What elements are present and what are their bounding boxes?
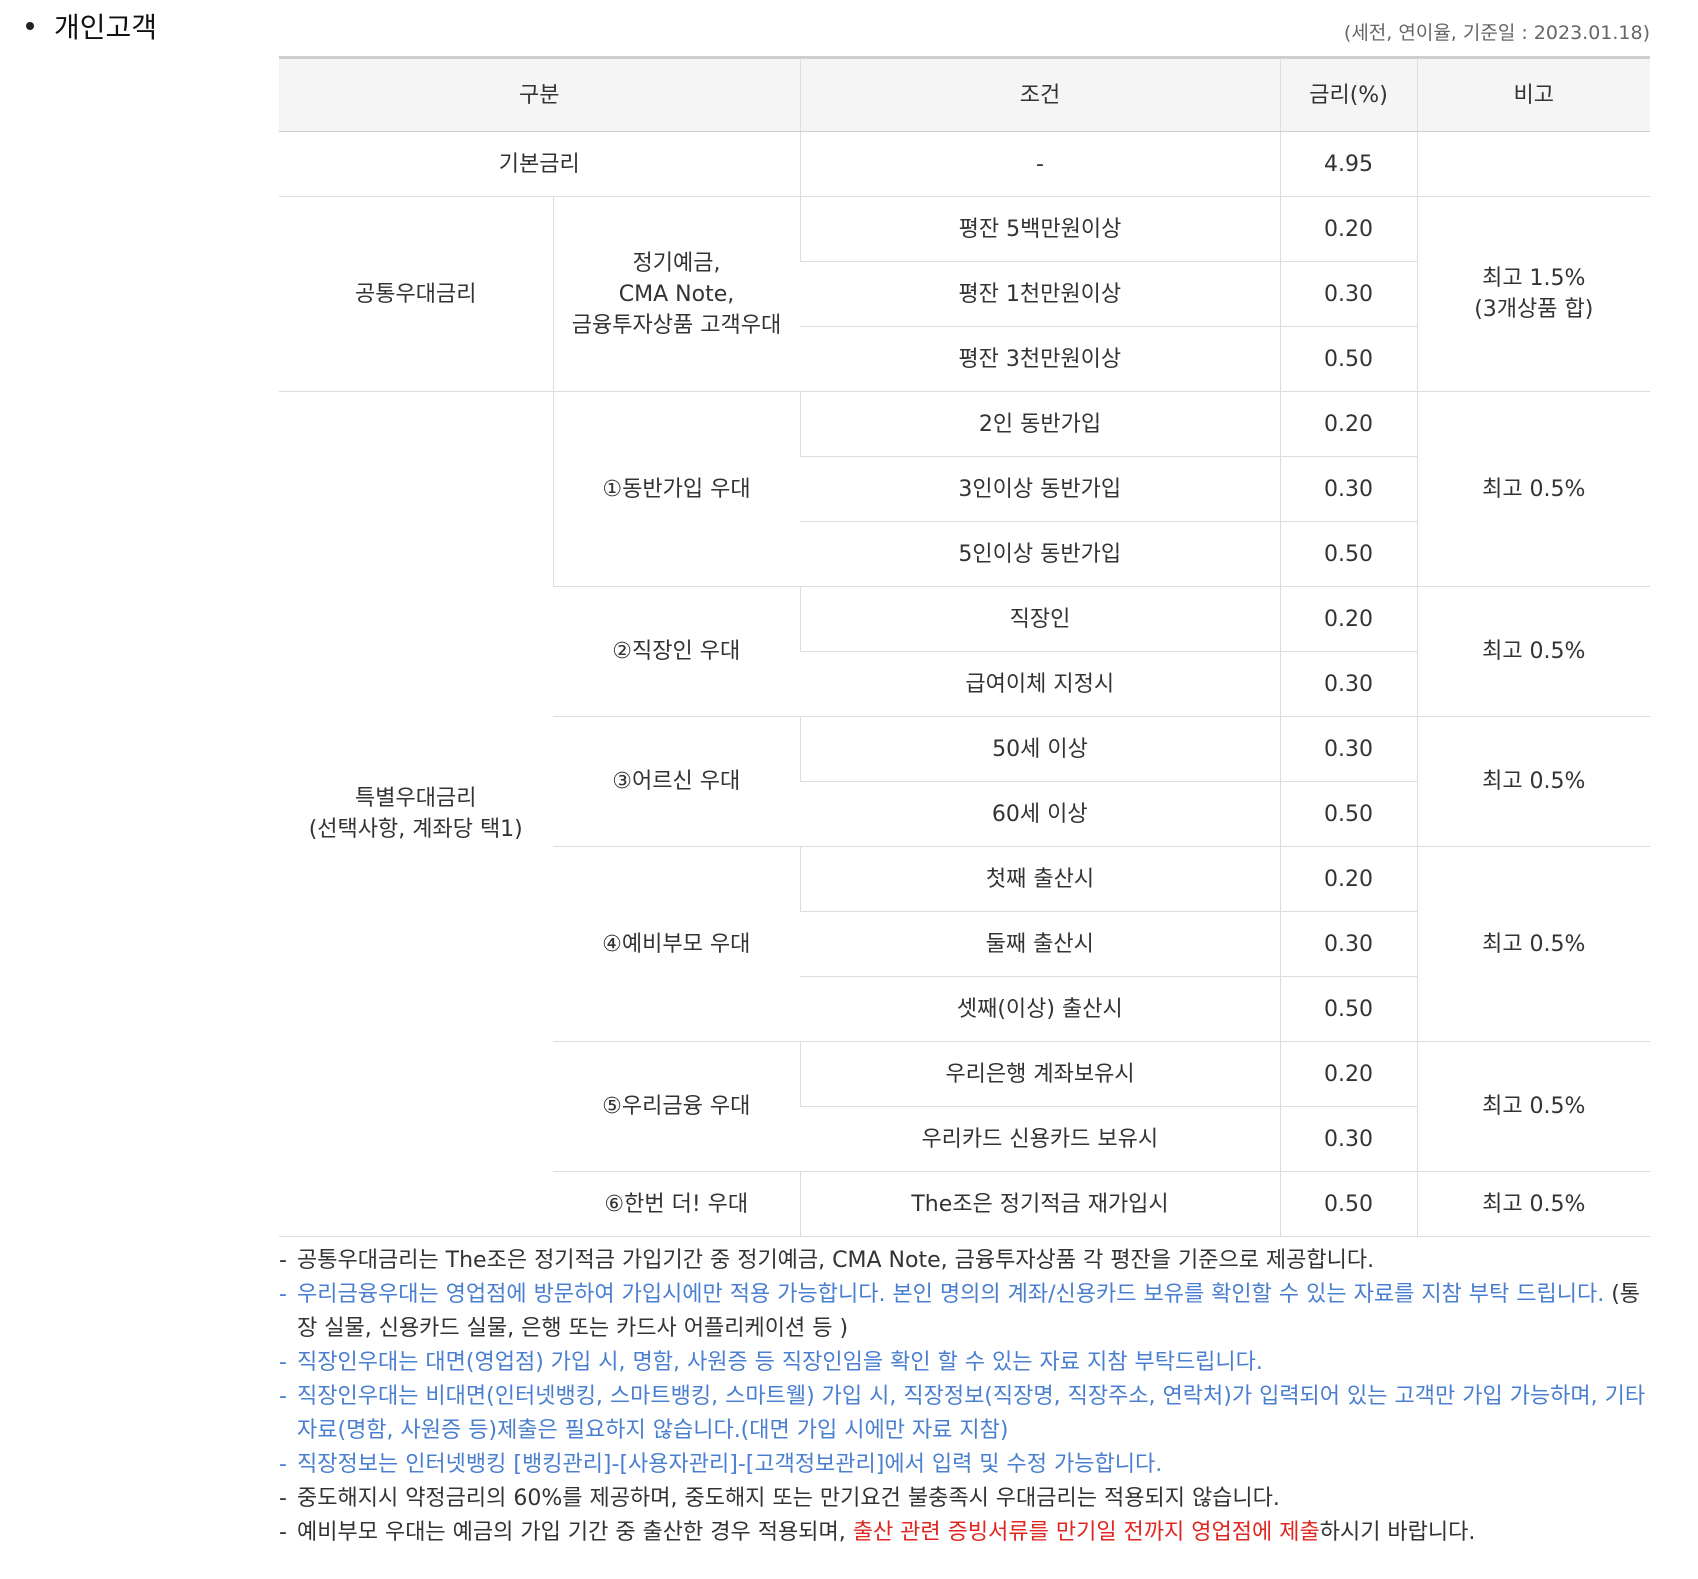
common-rate-remark: 최고 1.5% (3개상품 합) <box>1416 196 1651 392</box>
common-rate-sublabel: 정기예금, CMA Note, 금융투자상품 고객우대 <box>552 196 801 392</box>
table-row: 공통우대금리 정기예금, CMA Note, 금융투자상품 고객우대 평잔 5백… <box>279 196 1651 392</box>
group-remark: 최고 0.5% <box>1416 846 1651 1042</box>
condition-cell: 5인이상 동반가입 <box>800 521 1281 587</box>
group-label-worker: ②직장인 우대 <box>553 586 801 717</box>
condition-cell: 평잔 3천만원이상 <box>800 326 1281 392</box>
condition-cell: 평잔 1천만원이상 <box>800 261 1281 327</box>
rate-cell: 0.20 <box>1279 196 1418 262</box>
condition-cell: 첫째 출산시 <box>799 846 1281 912</box>
group-label-parent: ④예비부모 우대 <box>553 846 801 1042</box>
group-label-companion: ①동반가입 우대 <box>552 391 801 587</box>
rate-cell: 0.50 <box>1279 326 1418 392</box>
rate-cell: 0.30 <box>1279 456 1418 522</box>
rate-cell: 0.50 <box>1279 1171 1418 1237</box>
group-remark: 최고 0.5% <box>1416 586 1651 717</box>
rate-cell: 0.50 <box>1279 781 1418 847</box>
header-category: 구분 <box>279 56 801 132</box>
interest-rate-table: 구분 조건 금리(%) 비고 기본금리 - 4.95 공통우대금리 정기예금, … <box>279 56 1651 1237</box>
emphasis-text: 출산 관련 증빙서류를 만기일 전까지 영업점에 제출 <box>852 1520 1320 1545</box>
common-rate-label: 공통우대금리 <box>279 196 553 392</box>
rate-cell: 0.50 <box>1279 521 1418 587</box>
condition-cell: 급여이체 지정시 <box>800 651 1281 717</box>
rate-basis-note: (세전, 연이율, 기준일 : 2023.01.18) <box>1343 22 1650 44</box>
table-row: 기본금리 - 4.95 <box>279 131 1651 197</box>
group-label-woori: ⑤우리금융 우대 <box>553 1041 801 1172</box>
condition-cell: The조은 정기적금 재가입시 <box>799 1171 1281 1237</box>
basic-rate-remark <box>1416 131 1651 197</box>
header-remark: 비고 <box>1416 56 1651 132</box>
condition-cell: 50세 이상 <box>799 716 1281 782</box>
table-header-row: 구분 조건 금리(%) 비고 <box>279 56 1651 132</box>
rate-cell: 0.50 <box>1279 976 1418 1042</box>
rate-cell: 0.20 <box>1279 586 1418 652</box>
group-remark: 최고 0.5% <box>1416 716 1651 847</box>
note-item: - 우리금융우대는 영업점에 방문하여 가입시에만 적용 가능합니다. 본인 명의… <box>279 1282 1641 1341</box>
rate-cell: 0.30 <box>1279 911 1418 977</box>
condition-cell: 직장인 <box>799 586 1281 652</box>
note-item: - 직장인우대는 대면(영업점) 가입 시, 명함, 사원증 등 직장인임을 확인… <box>279 1350 1263 1375</box>
basic-rate-label: 기본금리 <box>279 131 801 197</box>
rate-cell: 0.30 <box>1279 651 1418 717</box>
condition-cell: 평잔 5백만원이상 <box>799 196 1281 262</box>
section-title: 개인고객 <box>26 6 157 46</box>
header-condition: 조건 <box>799 56 1281 132</box>
condition-cell: 우리카드 신용카드 보유시 <box>800 1106 1281 1172</box>
special-rate-label: 특별우대금리 (선택사항, 계좌당 택1) <box>279 391 553 1237</box>
note-item: - 직장인우대는 비대면(인터넷뱅킹, 스마트뱅킹, 스마트웰) 가입 시, 직장… <box>279 1384 1646 1443</box>
table-row: 특별우대금리 (선택사항, 계좌당 택1) ①동반가입 우대 2인 동반가입 0… <box>279 391 1651 1237</box>
basic-rate-condition: - <box>799 131 1281 197</box>
group-remark: 최고 0.5% <box>1416 391 1651 587</box>
rate-cell: 0.30 <box>1279 261 1418 327</box>
header-rate: 금리(%) <box>1279 56 1418 132</box>
condition-cell: 60세 이상 <box>800 781 1281 847</box>
group-remark: 최고 0.5% <box>1416 1171 1651 1237</box>
basic-rate-value: 4.95 <box>1279 131 1418 197</box>
rate-cell: 0.20 <box>1279 1041 1418 1107</box>
condition-cell: 둘째 출산시 <box>800 911 1281 977</box>
rate-cell: 0.20 <box>1279 846 1418 912</box>
group-label-rejoin: ⑥한번 더! 우대 <box>553 1171 801 1237</box>
rate-cell: 0.30 <box>1279 1106 1418 1172</box>
rate-cell: 0.20 <box>1279 391 1418 457</box>
note-item: - 공통우대금리는 The조은 정기적금 가입기간 중 정기예금, CMA Not… <box>279 1248 1375 1273</box>
rate-cell: 0.30 <box>1279 716 1418 782</box>
bullet-icon <box>26 22 34 30</box>
note-item: - 중도해지시 약정금리의 60%를 제공하며, 중도해지 또는 만기요건 불충족… <box>279 1486 1280 1511</box>
condition-cell: 3인이상 동반가입 <box>800 456 1281 522</box>
note-item: - 직장정보는 인터넷뱅킹 [뱅킹관리]-[사용자관리]-[고객정보관리]에서 입… <box>279 1452 1163 1477</box>
condition-cell: 2인 동반가입 <box>799 391 1281 457</box>
note-item: - 예비부모 우대는 예금의 가입 기간 중 출산한 경우 적용되며, 출산 관련… <box>279 1520 1476 1545</box>
notes-list: - 공통우대금리는 The조은 정기적금 가입기간 중 정기예금, CMA Not… <box>279 1244 1650 1550</box>
group-label-senior: ③어르신 우대 <box>553 716 801 847</box>
section-title-text: 개인고객 <box>54 11 158 44</box>
condition-cell: 셋째(이상) 출산시 <box>800 976 1281 1042</box>
group-remark: 최고 0.5% <box>1416 1041 1651 1172</box>
condition-cell: 우리은행 계좌보유시 <box>799 1041 1281 1107</box>
